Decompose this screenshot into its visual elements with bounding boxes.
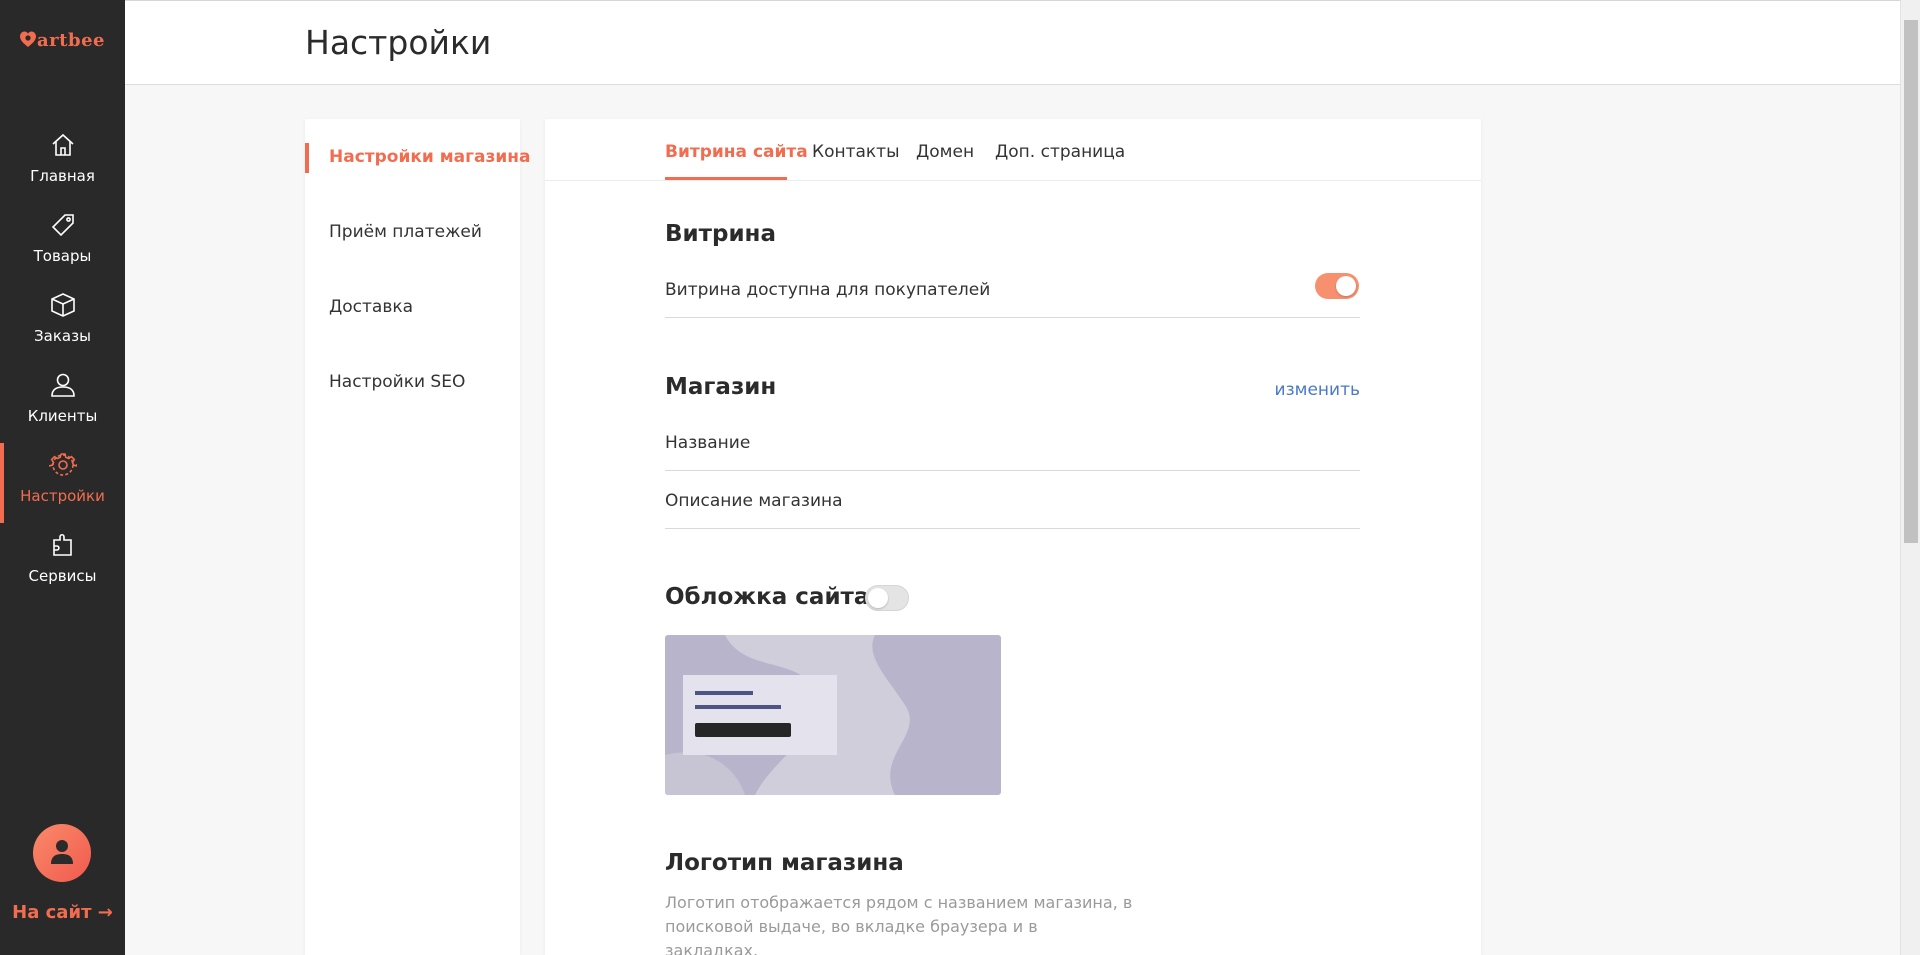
nav-item-clients[interactable]: Клиенты [0, 371, 125, 443]
nav-item-label: Заказы [34, 327, 91, 345]
description-line: Логотип отображается рядом с названием м… [665, 893, 1133, 912]
user-icon [50, 373, 75, 397]
shop-name-label: Название [665, 433, 751, 453]
showcase-available-toggle[interactable] [1315, 273, 1359, 299]
page-header: Настройки [125, 0, 1900, 85]
nav-item-products[interactable]: Товары [0, 211, 125, 283]
showcase-available-label: Витрина доступна для покупателей [665, 280, 991, 300]
settings-submenu: Настройки магазина Приём платежей Достав… [305, 119, 531, 955]
nav-item-label: Настройки [20, 487, 105, 505]
edit-shop-link[interactable]: изменить [1275, 380, 1360, 400]
nav-item-home[interactable]: Главная [0, 131, 125, 203]
heart-logo-icon [20, 31, 37, 47]
logo-section-description: Логотип отображается рядом с названием м… [665, 891, 1135, 955]
avatar[interactable] [33, 824, 91, 882]
home-icon [51, 133, 74, 156]
divider [665, 470, 1360, 471]
gear-icon [48, 453, 77, 476]
nav-item-label: Клиенты [27, 407, 98, 425]
submenu-item-seo[interactable]: Настройки SEO [329, 372, 465, 392]
submenu-item-store-settings[interactable]: Настройки магазина [329, 147, 531, 167]
cover-illustration [665, 635, 1001, 795]
shop-description-label: Описание магазина [665, 491, 843, 511]
tab-domain[interactable]: Домен [916, 142, 974, 162]
nav-item-label: Сервисы [28, 567, 97, 585]
puzzle-icon [52, 533, 72, 556]
toggle-knob [1336, 276, 1356, 296]
active-tab-indicator [665, 177, 787, 180]
scrollbar-thumb[interactable] [1904, 20, 1918, 543]
nav-item-label: Главная [30, 167, 95, 185]
settings-card: Витрина сайта Контакты Домен Доп. страни… [545, 119, 1481, 955]
submenu-item-payments[interactable]: Приём платежей [329, 222, 482, 242]
page-title: Настройки [305, 23, 492, 62]
nav-item-orders[interactable]: Заказы [0, 291, 125, 363]
tab-bar: Витрина сайта Контакты Домен Доп. страни… [545, 119, 1481, 181]
cover-toggle[interactable] [865, 585, 909, 611]
tab-extra-page[interactable]: Доп. страница [995, 142, 1125, 162]
tab-contacts[interactable]: Контакты [812, 142, 900, 162]
box-icon [50, 293, 75, 317]
logo[interactable]: artbee [0, 30, 125, 51]
logo-section-title: Логотип магазина [665, 850, 904, 876]
divider [665, 317, 1360, 318]
to-site-link[interactable]: На сайт → [0, 902, 125, 923]
description-line: поисковой выдаче, во вкладке браузера и … [665, 917, 1038, 955]
shop-title: Магазин [665, 374, 777, 400]
cover-preview-image[interactable] [665, 635, 1001, 795]
nav-item-settings[interactable]: Настройки [0, 443, 125, 523]
nav-item-label: Товары [33, 247, 92, 265]
toggle-knob [868, 588, 888, 608]
user-silhouette-icon [51, 840, 73, 864]
tab-storefront[interactable]: Витрина сайта [665, 142, 808, 162]
submenu-item-delivery[interactable]: Доставка [329, 297, 413, 317]
nav-item-services[interactable]: Сервисы [0, 531, 125, 603]
logo-text: artbee [37, 30, 105, 51]
active-marker [305, 143, 309, 173]
divider [665, 528, 1360, 529]
cover-title: Обложка сайта [665, 584, 870, 610]
main-sidebar: artbee Главная Товары Заказы Клиенты Нас… [0, 0, 125, 955]
tag-icon [51, 214, 74, 237]
showcase-title: Витрина [665, 221, 776, 247]
scrollbar[interactable] [1900, 0, 1920, 955]
